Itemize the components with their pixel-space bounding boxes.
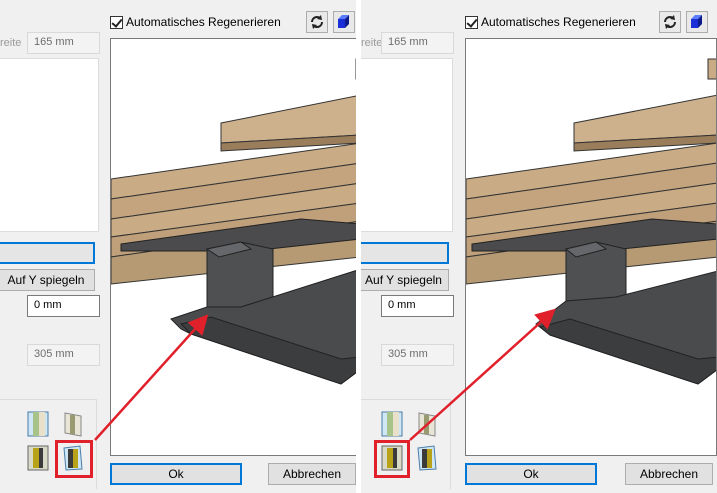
annotation-arrow-left: [94, 314, 209, 441]
annotation-arrows: [94, 308, 556, 441]
annotation-arrow-right: [409, 308, 556, 441]
